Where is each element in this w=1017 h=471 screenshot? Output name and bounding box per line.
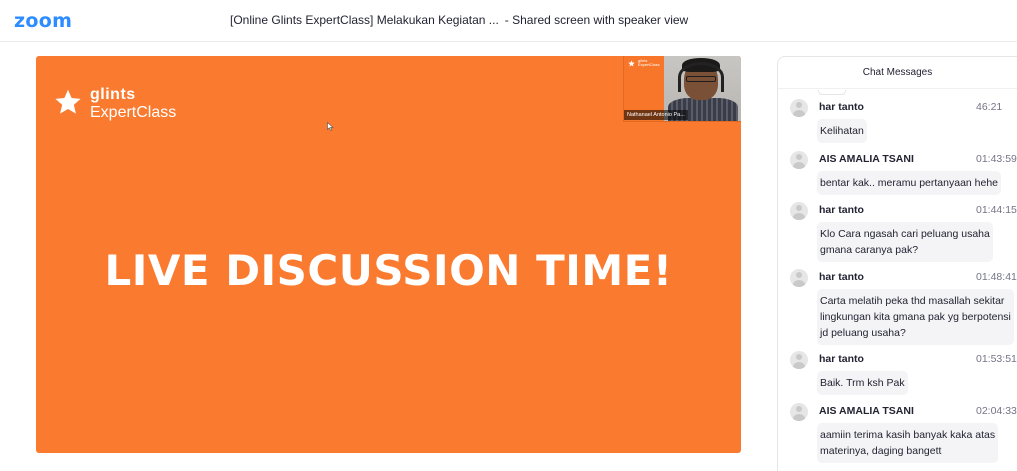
mini-brand-subtitle: ExpertClass	[638, 62, 660, 67]
message-sender: har tanto	[819, 353, 864, 365]
meeting-title: [Online Glints ExpertClass] Melakukan Ke…	[230, 13, 499, 27]
shared-screen-area[interactable]: glints ExpertClass LIVE DISCUSSION TIME!…	[0, 42, 760, 471]
slide-headline: LIVE DISCUSSION TIME!	[104, 246, 673, 295]
avatar	[790, 151, 808, 169]
message-line: materinya, daging bangett	[820, 445, 942, 457]
brand-subtitle: ExpertClass	[90, 104, 177, 121]
chat-panel[interactable]: Chat Messages har tanto 46:21 Kelihatan …	[777, 56, 1017, 471]
avatar	[790, 403, 808, 421]
zoom-logo: zoom	[14, 10, 73, 32]
message-sender: AIS AMALIA TSANI	[819, 153, 914, 165]
mini-star-icon	[628, 59, 635, 66]
speaker-video-thumbnail[interactable]: glints ExpertClass Nathanael Antonio Pa..…	[623, 56, 741, 122]
shared-slide: glints ExpertClass LIVE DISCUSSION TIME!…	[36, 56, 741, 453]
star-logo-icon	[55, 89, 81, 114]
avatar	[790, 202, 808, 220]
chat-header: Chat Messages	[778, 57, 1017, 89]
mini-brand: glints ExpertClass	[628, 59, 660, 67]
glints-brand: glints ExpertClass	[54, 86, 176, 122]
message-sender: har tanto	[819, 271, 864, 283]
message-time: 01:48:41	[976, 271, 1017, 283]
message-bubble[interactable]: Kelihatan	[817, 119, 867, 143]
brand-name: glints	[90, 86, 136, 103]
avatar	[790, 269, 808, 287]
message-line: gmana caranya pak?	[820, 244, 919, 256]
speaker-name-label: Nathanael Antonio Pa...	[624, 110, 688, 120]
message-line: Klo Cara ngasah cari peluang usaha	[820, 228, 990, 240]
message-time: 01:53:51	[976, 353, 1017, 365]
message-bubble[interactable]: aamiin terima kasih banyak kaka atas mat…	[817, 423, 999, 463]
title-bar: zoom [Online Glints ExpertClass] Melakuk…	[0, 0, 1017, 42]
message-line: aamiin terima kasih banyak kaka atas	[820, 429, 996, 441]
view-mode-label: - Shared screen with speaker view	[504, 13, 689, 27]
message-line: Baik. Trm ksh Pak	[820, 377, 905, 389]
message-time: 46:21	[976, 101, 1003, 113]
avatar	[790, 99, 808, 117]
message-line: jd peluang usaha?	[820, 327, 906, 339]
message-time: 01:44:15	[976, 204, 1017, 216]
message-time: 01:43:59	[976, 153, 1017, 165]
message-sender: har tanto	[819, 101, 864, 113]
message-line: Kelihatan	[820, 125, 864, 137]
headset-icon	[678, 62, 724, 92]
message-line: Carta melatih peka thd masallah sekitar	[820, 295, 1005, 307]
message-sender: AIS AMALIA TSANI	[819, 405, 914, 417]
message-line: bentar kak.. meramu pertanyaan hehe	[820, 177, 999, 189]
mouse-pointer-icon	[327, 122, 334, 131]
clipped-previous-message	[778, 90, 1017, 96]
message-bubble[interactable]: Baik. Trm ksh Pak	[817, 371, 908, 395]
window-title: [Online Glints ExpertClass] Melakukan Ke…	[230, 13, 688, 27]
message-sender: har tanto	[819, 204, 864, 216]
message-bubble[interactable]: bentar kak.. meramu pertanyaan hehe	[817, 171, 1002, 195]
message-line: lingkungan kita gmana pak yg berpotensi	[820, 311, 1011, 323]
avatar	[790, 351, 808, 369]
message-time: 02:04:33	[976, 405, 1017, 417]
message-bubble[interactable]: Klo Cara ngasah cari peluang usaha gmana…	[817, 222, 993, 262]
message-bubble[interactable]: Carta melatih peka thd masallah sekitar …	[817, 289, 1014, 345]
